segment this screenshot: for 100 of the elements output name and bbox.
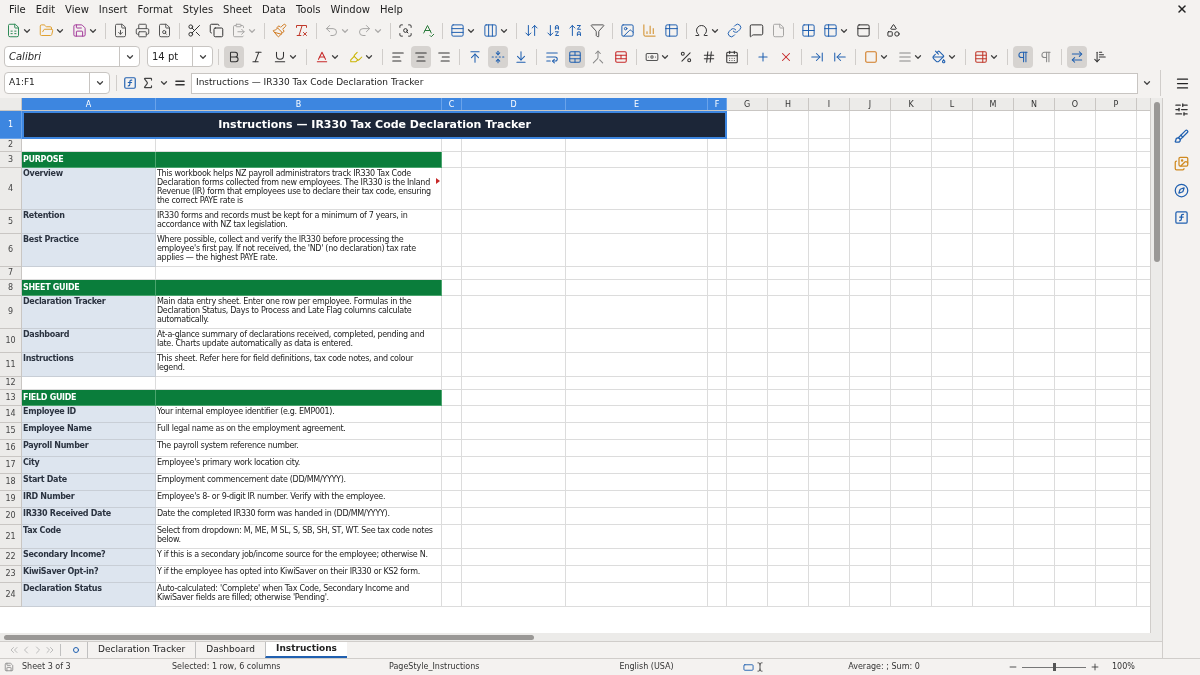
page-style: PageStyle_Instructions	[389, 661, 481, 673]
description-cell[interactable]: Employee's 8- or 9-digit IR number. Verify with the employee.	[156, 491, 442, 508]
row-header[interactable]: 9	[0, 296, 22, 329]
row-header[interactable]: 8	[0, 280, 22, 296]
description-cell[interactable]: Y if the employee has opted into KiwiSaver on their IR330 or KS2 form.	[156, 566, 442, 583]
description-cell[interactable]: At-a-glance summary of declarations received, completed, pending and late. Charts update automatically as data is entered.	[156, 329, 442, 353]
row-header[interactable]: 23	[0, 566, 22, 583]
formula-input[interactable]: Instructions — IR330 Tax Code Declaration Tracker	[191, 72, 1138, 94]
row-header[interactable]: 3	[0, 152, 22, 168]
menu-item[interactable]: Data	[257, 1, 291, 17]
row-header[interactable]: 5	[0, 210, 22, 234]
description-text: Y if this is a secondary job/income source for the employee; otherwise N.	[156, 549, 429, 561]
field-label-cell: IRD Number	[22, 491, 156, 508]
description-cell[interactable]: The payroll system reference number.	[156, 440, 442, 457]
description-cell[interactable]: This sheet. Refer here for field definitions, tax code notes, and colour legend.	[156, 353, 442, 377]
menu-item[interactable]: Tools	[290, 1, 326, 17]
row-header[interactable]: 6	[0, 234, 22, 267]
row-header[interactable]: 13	[0, 390, 22, 406]
row-header[interactable]: 18	[0, 474, 22, 491]
field-label-cell: Start Date	[22, 474, 156, 491]
column-header[interactable]: P	[1096, 98, 1137, 110]
name-box[interactable]: A1:F1	[4, 72, 110, 94]
column-header[interactable]: I	[809, 98, 850, 110]
menu-item[interactable]: Sheet	[218, 1, 258, 17]
column-header[interactable]: A	[22, 98, 156, 110]
menu-item[interactable]: Insert	[93, 1, 133, 17]
column-header[interactable]: H	[768, 98, 809, 110]
row-header[interactable]: 2	[0, 139, 22, 152]
field-label-cell: Declaration Tracker	[22, 296, 156, 329]
description-text: Y if the employee has opted into KiwiSaver on their IR330 or KS2 form.	[156, 566, 421, 578]
description-cell[interactable]: Where possible, collect and verify the IR330 before processing the employee's first pay. If not received, the 'ND' (no declaration) tax rate applies — the highest PAYE rate.	[156, 234, 442, 267]
menu-item[interactable]: Format	[132, 1, 178, 17]
row-header[interactable]: 14	[0, 406, 22, 423]
description-cell[interactable]: IR330 forms and records must be kept for a minimum of 7 years, in accordance with NZ tax legislation.	[156, 210, 442, 234]
column-header[interactable]: E	[566, 98, 708, 110]
field-label-cell: Declaration Status	[22, 583, 156, 607]
description-cell[interactable]: Main data entry sheet. Enter one row per employee. Formulas in the Declaration Status, Days to Process and Late Flag columns calculate automatically.	[156, 296, 442, 329]
row-header[interactable]: 12	[0, 377, 22, 390]
menu-item[interactable]: View	[60, 1, 94, 17]
description-text: This sheet. Refer here for field definitions, tax code notes, and colour legend.	[156, 353, 415, 374]
row-header[interactable]: 10	[0, 329, 22, 353]
row-header[interactable]: 17	[0, 457, 22, 474]
sheet-tab[interactable]: Instructions	[265, 642, 347, 658]
column-header[interactable]: L	[932, 98, 973, 110]
column-header[interactable]: O	[1055, 98, 1096, 110]
column-header[interactable]: D	[462, 98, 566, 110]
selection-info: Selected: 1 row, 6 columns	[172, 661, 282, 673]
name-box-value: A1:F1	[8, 76, 36, 90]
field-label-cell: Instructions	[22, 353, 156, 377]
menu-item[interactable]: Help	[375, 1, 408, 17]
section-header-cell: PURPOSE	[22, 152, 156, 168]
field-label-cell: Retention	[22, 210, 156, 234]
description-text: Auto-calculated: 'Complete' when Tax Code, Secondary Income and KiwiSaver fields are filled; otherwise 'Pending'.	[156, 583, 411, 604]
field-label-cell: Tax Code	[22, 525, 156, 549]
font-size-value: 14 pt	[151, 50, 180, 64]
column-header[interactable]: N	[1014, 98, 1055, 110]
row-header[interactable]: 7	[0, 267, 22, 280]
row-header[interactable]: 15	[0, 423, 22, 440]
description-text: Full legal name as on the employment agreement.	[156, 423, 347, 435]
description-text: Where possible, collect and verify the IR330 before processing the employee's first pay. If not received, the 'ND' (no declaration) tax rate applies — the highest PAYE rate.	[156, 234, 417, 264]
row-header[interactable]: 19	[0, 491, 22, 508]
column-header[interactable]: B	[156, 98, 442, 110]
zoom-percentage: 100%	[1112, 661, 1135, 673]
field-label-cell: City	[22, 457, 156, 474]
title-cell[interactable]: Instructions — IR330 Tax Code Declaration Tracker	[22, 111, 727, 139]
field-label-cell: Dashboard	[22, 329, 156, 353]
row-header[interactable]: 16	[0, 440, 22, 457]
column-header[interactable]: M	[973, 98, 1014, 110]
description-cell[interactable]: Employment commencement date (DD/MM/YYYY).	[156, 474, 442, 491]
row-header[interactable]: 24	[0, 583, 22, 607]
description-text: Your internal employee identifier (e.g. EMP001).	[156, 406, 336, 418]
row-header[interactable]: 21	[0, 525, 22, 549]
description-cell[interactable]: Auto-calculated: 'Complete' when Tax Code, Secondary Income and KiwiSaver fields are filled; otherwise 'Pending'.	[156, 583, 442, 607]
description-text: IR330 forms and records must be kept for a minimum of 7 years, in accordance with NZ tax legislation.	[156, 210, 409, 231]
row-header[interactable]: 11	[0, 353, 22, 377]
description-cell[interactable]: Date the completed IR330 form was handed in (DD/MM/YYYY).	[156, 508, 442, 525]
description-cell[interactable]: Full legal name as on the employment agreement.	[156, 423, 442, 440]
description-cell[interactable]: Your internal employee identifier (e.g. EMP001).	[156, 406, 442, 423]
selection-summary: Average: ; Sum: 0	[847, 661, 921, 673]
section-header-cell: SHEET GUIDE	[22, 280, 156, 296]
description-cell[interactable]: Y if this is a secondary job/income source for the employee; otherwise N.	[156, 549, 442, 566]
description-cell[interactable]: Employee's primary work location city.	[156, 457, 442, 474]
font-size-field[interactable]: 14 pt	[147, 46, 213, 67]
field-label-cell: Employee Name	[22, 423, 156, 440]
column-header[interactable]: K	[891, 98, 932, 110]
description-text: Employee's 8- or 9-digit IR number. Verify with the employee.	[156, 491, 387, 503]
column-header[interactable]: J	[850, 98, 891, 110]
row-header[interactable]: 22	[0, 549, 22, 566]
column-header[interactable]: G	[727, 98, 768, 110]
menu-item[interactable]: Edit	[30, 1, 61, 17]
row-header[interactable]: 1	[0, 111, 22, 139]
row-header[interactable]: 20	[0, 508, 22, 525]
menu-item[interactable]: File	[4, 1, 31, 17]
column-header[interactable]: C	[442, 98, 462, 110]
menu-item[interactable]: Window	[325, 1, 375, 17]
menu-item[interactable]: Styles	[177, 1, 219, 17]
font-name-field[interactable]: Calibri	[4, 46, 140, 67]
column-header[interactable]: F	[708, 98, 727, 110]
sheet-tab[interactable]: Declaration Tracker	[87, 642, 196, 658]
row-header[interactable]: 4	[0, 168, 22, 210]
